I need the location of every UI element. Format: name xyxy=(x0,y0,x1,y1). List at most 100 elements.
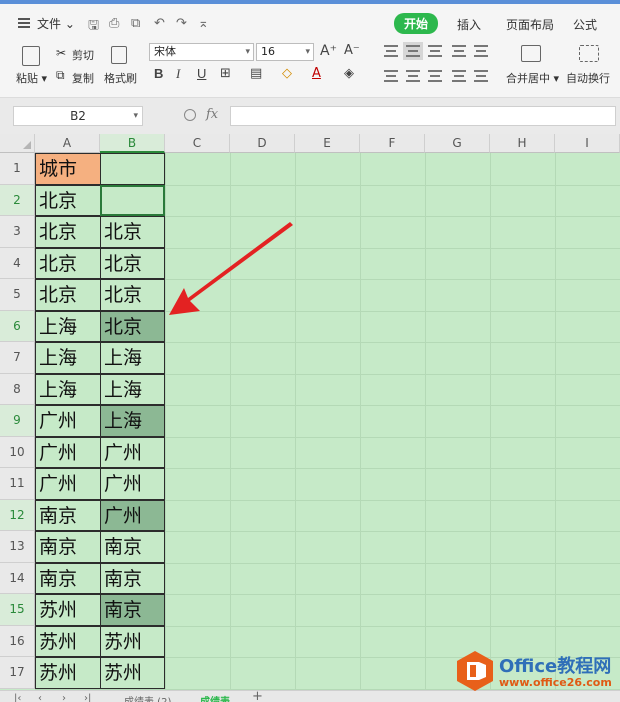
row-header[interactable]: 5 xyxy=(0,279,35,311)
align-center-icon[interactable] xyxy=(406,70,420,82)
menu-icon[interactable] xyxy=(18,18,30,28)
cell-a3[interactable]: 北京 xyxy=(35,216,101,248)
row-header[interactable]: 17 xyxy=(0,657,35,689)
cell-a14[interactable]: 南京 xyxy=(35,562,101,594)
font-size-select[interactable]: 16 ▾ xyxy=(256,43,314,61)
decrease-font-icon[interactable]: A⁻ xyxy=(344,43,360,58)
add-sheet-icon[interactable]: + xyxy=(252,691,263,702)
print-preview-icon[interactable]: ⧉ xyxy=(131,16,140,31)
cell-a13[interactable]: 南京 xyxy=(35,531,101,563)
customize-icon[interactable]: ⌅ xyxy=(198,16,209,31)
copy-icon[interactable]: ⧉ xyxy=(56,68,65,83)
clear-icon[interactable]: ◈ xyxy=(344,66,354,81)
cell-a8[interactable]: 上海 xyxy=(35,373,101,405)
cell-a10[interactable]: 广州 xyxy=(35,436,101,468)
sheet-tab-copy[interactable]: 成绩表 (2) xyxy=(124,693,171,702)
cell-a7[interactable]: 上海 xyxy=(35,342,101,374)
last-sheet-icon[interactable]: ›| xyxy=(84,693,91,702)
cut-label[interactable]: 剪切 xyxy=(72,47,94,63)
save-icon[interactable]: 🖫 xyxy=(88,16,99,38)
italic-button[interactable]: I xyxy=(176,66,180,82)
row-header[interactable]: 12 xyxy=(0,499,35,531)
font-name-select[interactable]: 宋体 ▾ xyxy=(149,43,254,61)
cell-a4[interactable]: 北京 xyxy=(35,247,101,279)
wrap-text-icon[interactable] xyxy=(579,45,599,62)
row-header[interactable]: 14 xyxy=(0,562,35,594)
merge-center-icon[interactable] xyxy=(521,45,541,62)
column-header-f[interactable]: F xyxy=(360,134,425,153)
cell-b13[interactable]: 南京 xyxy=(100,531,165,563)
column-header-d[interactable]: D xyxy=(230,134,295,153)
cell-b1[interactable] xyxy=(100,153,165,185)
indent-increase-icon[interactable] xyxy=(474,45,488,57)
print-icon[interactable]: ⎙ xyxy=(109,16,119,31)
column-header-c[interactable]: C xyxy=(165,134,230,153)
font-color-icon[interactable]: A xyxy=(312,66,321,81)
cell-a1[interactable]: 城市 xyxy=(35,153,101,185)
cell-b9[interactable]: 上海 xyxy=(100,405,165,437)
column-header-i[interactable]: I xyxy=(555,134,620,153)
cell-a17[interactable]: 苏州 xyxy=(35,657,101,689)
increase-font-icon[interactable]: A⁺ xyxy=(320,43,337,59)
fill-color-icon[interactable]: ◇ xyxy=(282,66,292,81)
row-header[interactable]: 13 xyxy=(0,531,35,563)
indent-decrease-icon[interactable] xyxy=(452,45,466,57)
align-right-icon[interactable] xyxy=(428,70,442,82)
redo-icon[interactable]: ↷ xyxy=(176,16,187,31)
row-header[interactable]: 2 xyxy=(0,184,35,216)
zoom-icon[interactable] xyxy=(184,109,196,121)
column-header-e[interactable]: E xyxy=(295,134,360,153)
paste-label[interactable]: 粘贴 ▾ xyxy=(16,70,47,86)
cell-b10[interactable]: 广州 xyxy=(100,436,165,468)
cell-a11[interactable]: 广州 xyxy=(35,468,101,500)
cell-a15[interactable]: 苏州 xyxy=(35,594,101,626)
select-all-corner[interactable] xyxy=(0,134,35,153)
cell-format-icon[interactable]: ▤ xyxy=(250,66,262,81)
paste-button[interactable] xyxy=(22,46,40,66)
column-header-g[interactable]: G xyxy=(425,134,490,153)
column-header-h[interactable]: H xyxy=(490,134,555,153)
tab-insert[interactable]: 插入 xyxy=(457,16,481,33)
formula-input[interactable] xyxy=(230,106,616,126)
row-header[interactable]: 7 xyxy=(0,342,35,374)
cut-icon[interactable]: ✂ xyxy=(56,46,66,60)
row-header[interactable]: 8 xyxy=(0,373,35,405)
row-header[interactable]: 3 xyxy=(0,216,35,248)
cell-b12[interactable]: 广州 xyxy=(100,499,165,531)
merge-center-button[interactable]: 合并居中 ▾ xyxy=(506,70,559,86)
align-bottom-icon[interactable] xyxy=(428,45,442,57)
align-left-icon[interactable] xyxy=(384,70,398,82)
cell-b15[interactable]: 南京 xyxy=(100,594,165,626)
distribute-icon[interactable] xyxy=(474,70,488,82)
column-header-b[interactable]: B xyxy=(100,134,165,153)
fx-label[interactable]: fx xyxy=(206,107,218,122)
row-header[interactable]: 15 xyxy=(0,594,35,626)
cell-b16[interactable]: 苏州 xyxy=(100,625,165,657)
bold-button[interactable]: B xyxy=(154,66,163,81)
spreadsheet-grid[interactable]: A B C D E F G H I 1 城市 2 北京 3 北京 北京 4 北京 北京 5 北京 北京 6 上海 北京 7 上海 上海… xyxy=(0,134,620,690)
cell-a6[interactable]: 上海 xyxy=(35,310,101,342)
column-header-a[interactable]: A xyxy=(35,134,100,153)
cell-a9[interactable]: 广州 xyxy=(35,405,101,437)
prev-sheet-icon[interactable]: ‹ xyxy=(38,693,42,702)
row-header[interactable]: 6 xyxy=(0,310,35,342)
cell-b7[interactable]: 上海 xyxy=(100,342,165,374)
row-header[interactable]: 10 xyxy=(0,436,35,468)
name-box[interactable]: B2 ▾ xyxy=(13,106,143,126)
row-header[interactable]: 16 xyxy=(0,625,35,657)
copy-label[interactable]: 复制 xyxy=(72,70,94,86)
tab-home[interactable]: 开始 xyxy=(394,13,439,34)
tab-formulas[interactable]: 公式 xyxy=(573,16,597,33)
next-sheet-icon[interactable]: › xyxy=(62,693,66,702)
format-painter-label[interactable]: 格式刷 xyxy=(104,70,137,86)
tab-page-layout[interactable]: 页面布局 xyxy=(506,16,554,33)
cell-b8[interactable]: 上海 xyxy=(100,373,165,405)
cell-a12[interactable]: 南京 xyxy=(35,499,101,531)
cell-b2[interactable] xyxy=(100,184,165,216)
justify-icon[interactable] xyxy=(452,70,466,82)
row-header[interactable]: 4 xyxy=(0,247,35,279)
cell-b11[interactable]: 广州 xyxy=(100,468,165,500)
cell-b17[interactable]: 苏州 xyxy=(100,657,165,689)
align-top-icon[interactable] xyxy=(384,45,398,57)
wrap-text-button[interactable]: 自动换行 xyxy=(566,70,610,86)
